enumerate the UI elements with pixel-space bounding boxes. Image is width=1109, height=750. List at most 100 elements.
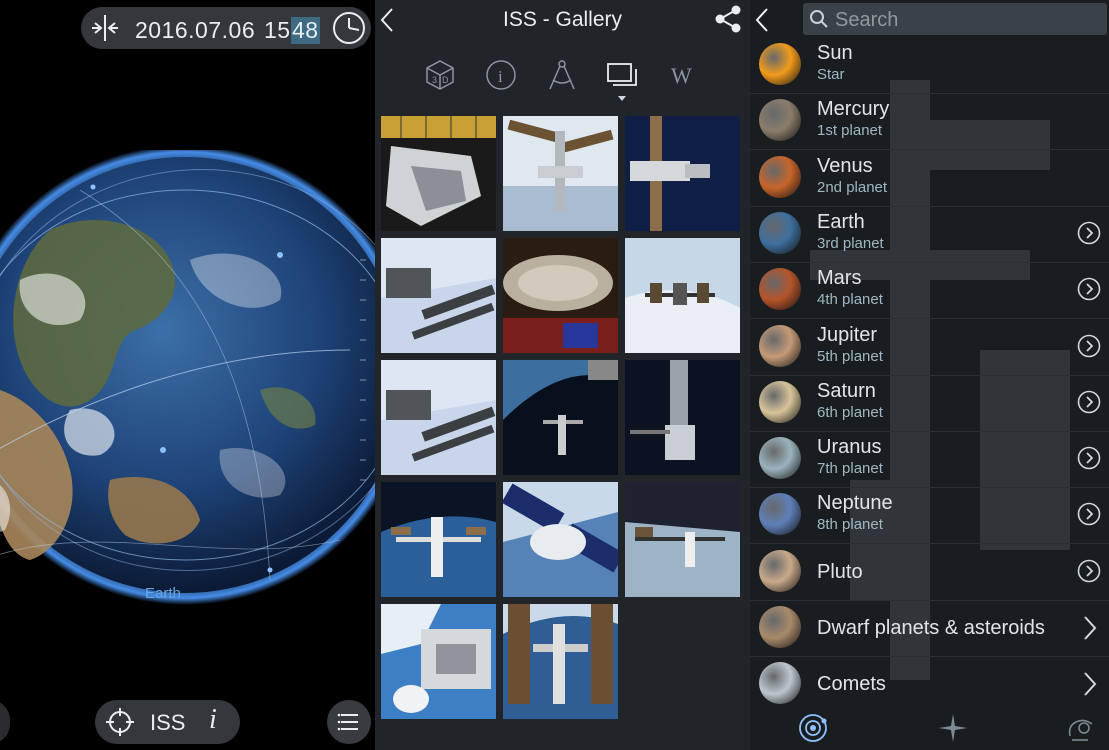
details-arrow-icon[interactable]	[1077, 559, 1101, 583]
planet-thumbnail	[759, 380, 801, 423]
object-type: 1st planet	[817, 122, 883, 140]
object-type: Star	[817, 66, 845, 83]
svg-text:W: W	[671, 63, 692, 88]
3d-view-icon[interactable]: 3 D	[423, 58, 457, 92]
info-icon[interactable]: i	[209, 704, 217, 736]
object-name: Comets	[817, 673, 886, 696]
object-type: 6th planet	[817, 403, 883, 421]
object-list-item[interactable]: Pluto	[750, 544, 1109, 601]
planet-thumbnail	[759, 662, 801, 705]
object-name: Earth	[817, 210, 865, 233]
wikipedia-icon[interactable]: W	[667, 58, 701, 92]
gallery-title: ISS - Gallery	[502, 8, 623, 31]
details-arrow-icon[interactable]	[1077, 390, 1101, 414]
object-list-item[interactable]: Mars 4th planet	[750, 262, 1109, 320]
object-list-panel: SunStarMercury1st planetVenus2nd planetE…	[750, 0, 1109, 750]
planet-thumbnail	[759, 437, 801, 480]
gallery-panel: ISS - Gallery 3 D i W	[375, 0, 750, 750]
selected-object-name: ISS	[150, 710, 186, 735]
gallery-thumbnail[interactable]	[625, 116, 740, 231]
gallery-thumbnail[interactable]	[381, 604, 496, 719]
details-arrow-icon[interactable]	[1077, 334, 1101, 358]
gallery-thumbnail[interactable]	[625, 482, 740, 597]
selected-object-bar[interactable]: ISS i	[95, 700, 240, 744]
stars-icon[interactable]	[937, 712, 969, 744]
target-icon[interactable]	[105, 707, 135, 737]
object-name: Dwarf planets & asteroids	[817, 617, 1045, 639]
object-name: Sun	[817, 42, 853, 64]
bottom-tab-bar	[750, 705, 1109, 750]
object-name: Pluto	[817, 560, 863, 583]
menu-button[interactable]	[327, 700, 371, 744]
gallery-thumbnail[interactable]	[503, 604, 618, 719]
details-arrow-icon[interactable]	[1077, 277, 1101, 301]
earth-view-panel[interactable]: Earth 2016.07.06 15: 48 ISS i	[0, 0, 375, 750]
gallery-thumbnail[interactable]	[503, 238, 618, 353]
gallery-thumbnail[interactable]	[381, 116, 496, 231]
details-arrow-icon[interactable]	[1077, 502, 1101, 526]
object-name: Saturn	[817, 379, 876, 402]
date-display[interactable]: 2016.07.06	[135, 17, 255, 44]
gallery-thumbnail[interactable]	[381, 482, 496, 597]
object-name: Neptune	[817, 492, 893, 515]
time-flow-icon[interactable]	[89, 12, 121, 44]
gallery-thumbnail[interactable]	[503, 360, 618, 475]
planet-thumbnail	[759, 549, 801, 592]
gallery-icon[interactable]	[605, 58, 639, 92]
search-bar[interactable]	[803, 3, 1107, 35]
object-name: Mercury	[817, 98, 890, 121]
time-minutes[interactable]: 48	[291, 17, 320, 44]
satellite-icon[interactable]	[1064, 712, 1096, 744]
object-list-item[interactable]: Jupiter 5th planet	[750, 319, 1109, 376]
earth-globe[interactable]	[0, 150, 375, 620]
gallery-thumbnail[interactable]	[625, 238, 740, 353]
object-list-item[interactable]: Earth 3rd planet	[750, 206, 1109, 263]
object-list-item[interactable]: Mercury 1st planet	[750, 93, 1109, 151]
time-control[interactable]: 2016.07.06 15: 48	[81, 7, 371, 49]
selected-tab-indicator	[618, 96, 626, 101]
chevron-right-icon[interactable]	[1083, 615, 1097, 641]
object-type: 5th planet	[817, 347, 883, 365]
planet-thumbnail	[759, 211, 801, 254]
earth-label: Earth	[145, 585, 181, 602]
back-chevron-icon[interactable]	[753, 6, 773, 34]
planet-thumbnail	[759, 493, 801, 536]
search-icon	[810, 10, 828, 28]
planet-thumbnail	[759, 155, 801, 198]
object-type: 7th planet	[817, 460, 883, 478]
object-name: Mars	[817, 267, 862, 290]
object-list-item[interactable]: Dwarf planets & asteroids	[750, 600, 1109, 657]
planet-thumbnail	[759, 268, 801, 311]
details-arrow-icon[interactable]	[1077, 446, 1101, 470]
compass-icon[interactable]	[545, 58, 579, 92]
svg-text:D: D	[442, 75, 449, 85]
object-list-item[interactable]: Neptune 8th planet	[750, 487, 1109, 545]
object-list-item[interactable]: Saturn 6th planet	[750, 375, 1109, 432]
object-list-item[interactable]: Venus 2nd planet	[750, 150, 1109, 207]
planet-thumbnail	[759, 99, 801, 142]
gallery-thumbnail[interactable]	[503, 116, 618, 231]
gallery-thumbnail[interactable]	[381, 360, 496, 475]
gallery-thumbnail[interactable]	[381, 238, 496, 353]
share-icon[interactable]	[713, 4, 743, 34]
left-edge-button[interactable]	[0, 700, 10, 744]
planet-thumbnail	[759, 324, 801, 367]
object-list-item[interactable]: Uranus 7th planet	[750, 431, 1109, 489]
object-list-item[interactable]: Sun Star	[750, 37, 1109, 94]
list-menu-icon	[337, 713, 358, 731]
planet-thumbnail	[759, 43, 801, 85]
gallery-thumbnail[interactable]	[503, 482, 618, 597]
object-name: Venus	[817, 154, 873, 177]
clock-icon[interactable]	[331, 10, 367, 46]
search-input[interactable]	[833, 6, 1097, 34]
object-type: 2nd planet	[817, 178, 888, 196]
object-type: 8th planet	[817, 516, 883, 534]
info-icon[interactable]: i	[484, 58, 518, 92]
planet-thumbnail	[759, 606, 801, 648]
details-arrow-icon[interactable]	[1077, 221, 1101, 245]
gallery-thumbnail[interactable]	[625, 360, 740, 475]
object-type: 3rd planet	[817, 234, 884, 252]
chevron-right-icon[interactable]	[1083, 671, 1097, 697]
svg-text:i: i	[498, 67, 503, 86]
solar-system-icon[interactable]	[797, 712, 829, 744]
